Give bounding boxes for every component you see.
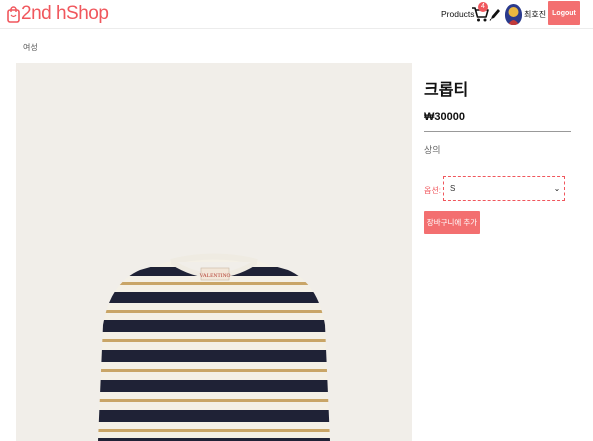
avatar[interactable] (505, 4, 522, 25)
product-image: VALENTINO (16, 63, 412, 441)
pencil-icon[interactable] (489, 7, 501, 21)
brand-label: VALENTINO (199, 273, 230, 279)
username[interactable]: 최호진 (524, 9, 546, 20)
logo-link[interactable]: 2nd hShop (7, 3, 109, 25)
divider (424, 131, 571, 132)
cart-count-badge: 4 (478, 2, 488, 12)
option-selected-value: S (450, 184, 456, 193)
logout-button[interactable]: Logout (548, 1, 580, 25)
option-label: 옵션: (424, 186, 441, 195)
breadcrumb[interactable]: 여성 (23, 42, 38, 53)
shopping-bag-icon (7, 5, 20, 23)
product-price: ₩30000 (424, 111, 465, 123)
chevron-down-icon: ⌄ (553, 184, 561, 193)
top-navbar: 2nd hShop Products 4 최호진 Logout (0, 0, 593, 29)
logo-text: 2nd hShop (21, 3, 109, 24)
add-to-cart-button[interactable]: 장바구니에 추가 (424, 211, 480, 234)
nav-products-link[interactable]: Products (441, 9, 475, 19)
product-category: 상의 (424, 145, 441, 155)
option-select[interactable]: S ⌄ (443, 176, 565, 201)
product-title: 크롭티 (424, 82, 469, 99)
